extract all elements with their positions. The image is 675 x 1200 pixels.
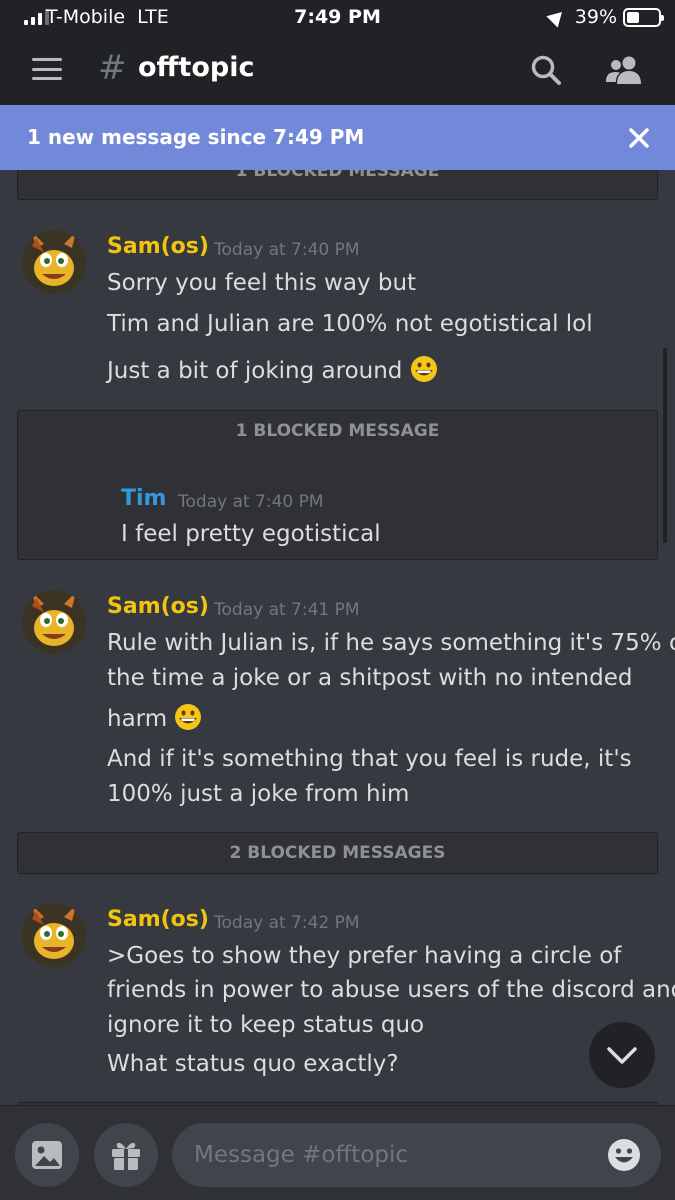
chevron-down-icon <box>607 1047 637 1064</box>
channel-title: offtopic <box>138 52 255 83</box>
avatar[interactable] <box>22 230 86 294</box>
jump-to-bottom-button[interactable] <box>589 1022 655 1088</box>
battery-percent: 39% <box>574 6 617 28</box>
blocked-label: 1 BLOCKED MESSAGE <box>235 421 440 441</box>
avatar[interactable] <box>22 903 86 967</box>
message-text-content: harm <box>107 706 168 732</box>
image-upload-button[interactable] <box>15 1123 79 1187</box>
avatar[interactable] <box>22 590 86 654</box>
battery-status: 39% <box>546 6 664 28</box>
blocked-label: 2 BLOCKED MESSAGES <box>229 843 446 863</box>
menu-icon[interactable] <box>32 58 62 80</box>
grinning-emoji-icon <box>175 704 202 730</box>
battery-icon <box>623 7 664 27</box>
message-author[interactable]: Sam(os) <box>107 907 209 932</box>
message-author[interactable]: Sam(os) <box>107 594 209 619</box>
message-text: friends in power to abuse users of the d… <box>107 977 675 1003</box>
blocked-messages-expanded[interactable]: 1 BLOCKED MESSAGE Tim Today at 7:40 PM I… <box>17 410 658 560</box>
image-icon <box>32 1141 62 1169</box>
message-timestamp: Today at 7:41 PM <box>214 600 360 620</box>
message-text: Just a bit of joking around <box>107 355 438 384</box>
new-messages-banner[interactable]: 1 new message since 7:49 PM <box>0 105 675 170</box>
gift-button[interactable] <box>94 1123 158 1187</box>
members-icon[interactable] <box>604 54 644 86</box>
message-text: the time a joke or a shitpost with no in… <box>107 665 633 691</box>
battery-level <box>627 11 639 23</box>
blocked-messages-bar[interactable]: 1 BLOCKED MESSAGE <box>17 170 658 200</box>
gift-icon <box>112 1142 140 1170</box>
status-bar: T-Mobile LTE 7:49 PM 39% <box>0 0 675 34</box>
message-text-content: Just a bit of joking around <box>107 358 403 384</box>
message-text: 100% just a joke from him <box>107 781 410 807</box>
message-text: Rule with Julian is, if he says somethin… <box>107 630 675 656</box>
search-icon[interactable] <box>530 54 562 86</box>
message-input[interactable] <box>172 1123 661 1187</box>
message-author[interactable]: Tim <box>121 486 166 511</box>
blocked-messages-bar[interactable]: 2 BLOCKED MESSAGES <box>17 832 658 874</box>
message-text: >Goes to show they prefer having a circl… <box>107 943 622 969</box>
grinning-emoji-icon <box>410 356 437 382</box>
message-text: ignore it to keep status quo <box>107 1012 425 1038</box>
message-timestamp: Today at 7:40 PM <box>214 240 360 260</box>
message-text: harm <box>107 703 202 732</box>
message-text: Sorry you feel this way but <box>107 270 417 296</box>
location-icon <box>546 6 568 28</box>
message-timestamp: Today at 7:40 PM <box>178 492 324 512</box>
scrollbar[interactable] <box>663 348 667 543</box>
message-text: And if it's something that you feel is r… <box>107 746 632 772</box>
message-text: What status quo exactly? <box>107 1051 399 1077</box>
close-icon[interactable] <box>624 123 654 153</box>
message-text: I feel pretty egotistical <box>121 521 381 547</box>
blocked-label: 1 BLOCKED MESSAGE <box>235 170 440 181</box>
hash-icon: # <box>98 48 127 88</box>
emoji-icon[interactable] <box>607 1138 641 1172</box>
message-text: Tim and Julian are 100% not egotistical … <box>107 311 593 337</box>
channel-header: # offtopic <box>0 34 675 105</box>
message-list[interactable]: 1 BLOCKED MESSAGE Sam(os) Today at 7:40 … <box>0 170 675 1105</box>
message-author[interactable]: Sam(os) <box>107 234 209 259</box>
message-timestamp: Today at 7:42 PM <box>214 913 360 933</box>
message-composer <box>0 1105 675 1200</box>
new-messages-text: 1 new message since 7:49 PM <box>27 125 365 149</box>
